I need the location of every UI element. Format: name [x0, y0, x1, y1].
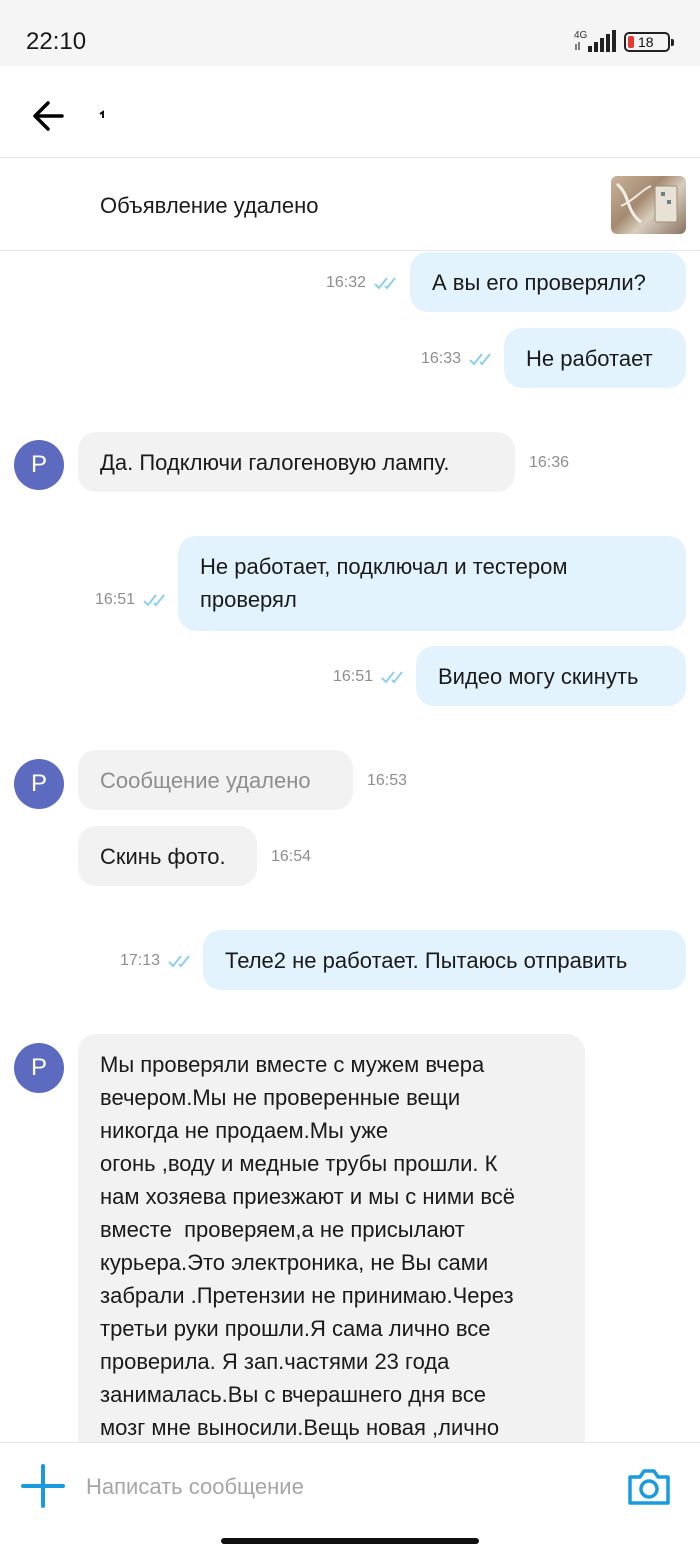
- outgoing-message[interactable]: Теле2 не работает. Пытаюсь отправить: [203, 930, 686, 990]
- incoming-message[interactable]: Скинь фото.: [78, 826, 257, 886]
- incoming-message[interactable]: Мы проверяли вместе с мужем вчера вечеро…: [78, 1034, 585, 1442]
- message-text: Теле2 не работает. Пытаюсь отправить: [225, 948, 628, 973]
- double-check-icon: [143, 594, 165, 607]
- message-meta: 16:51: [333, 668, 407, 686]
- message-text: А вы его проверяли?: [432, 270, 646, 295]
- message-list[interactable]: 16:32 А вы его проверяли? 16:33 Не работ…: [0, 252, 700, 1442]
- message-time: 16:53: [367, 772, 408, 789]
- battery-icon: 18: [624, 32, 674, 52]
- outgoing-message[interactable]: Не работает, подключал и тестером провер…: [178, 536, 686, 631]
- message-text: Не работает, подключал и тестером провер…: [200, 554, 568, 612]
- message-time: 16:51: [333, 668, 374, 685]
- double-check-icon: [381, 671, 403, 684]
- message-line: курьера.Это электроника, не Вы сами: [100, 1250, 489, 1275]
- message-time: 16:54: [271, 848, 312, 865]
- double-check-icon: [374, 277, 396, 290]
- message-time: 17:13: [120, 952, 161, 969]
- plus-icon[interactable]: [20, 1463, 66, 1509]
- avatar[interactable]: Р: [14, 440, 64, 490]
- message-line: занималась.Вы с вчерашнего дня все: [100, 1382, 486, 1407]
- camera-icon[interactable]: [626, 1465, 672, 1507]
- message-text: Скинь фото.: [100, 844, 226, 869]
- message-input[interactable]: [86, 1469, 586, 1505]
- message-line: мозг мне выносили.Вещь новая ,лично: [100, 1415, 500, 1440]
- redacted-title: [99, 110, 104, 118]
- outgoing-message[interactable]: А вы его проверяли?: [410, 252, 686, 312]
- message-line: никогда не продаем.Мы уже: [100, 1118, 389, 1143]
- message-line: вечером.Мы не проверенные вещи: [100, 1085, 461, 1110]
- message-text: Сообщение удалено: [100, 768, 311, 793]
- message-text: Видео могу скинуть: [438, 664, 639, 689]
- message-time: 16:32: [326, 274, 367, 291]
- message-line: третьи руки прошли.Я сама лично все: [100, 1316, 491, 1341]
- arrow-left-icon[interactable]: [24, 94, 74, 138]
- chat-header: [0, 66, 700, 158]
- home-indicator[interactable]: [221, 1538, 479, 1544]
- message-meta: 17:13: [120, 952, 194, 970]
- status-time: 22:10: [26, 28, 87, 55]
- network-type: 4G: [574, 30, 588, 41]
- message-meta: 16:36: [529, 454, 569, 472]
- battery-level: 18: [638, 34, 654, 50]
- double-check-icon: [469, 353, 491, 366]
- message-meta: 16:33: [421, 350, 495, 368]
- message-meta: 16:51: [95, 591, 169, 609]
- outgoing-message[interactable]: Видео могу скинуть: [416, 646, 686, 706]
- message-time: 16:36: [529, 454, 570, 471]
- message-meta: 16:53: [367, 772, 407, 790]
- outgoing-message[interactable]: Не работает: [504, 328, 686, 388]
- message-line: нам хозяева приезжают и мы с ними всё: [100, 1184, 516, 1209]
- listing-thumbnail[interactable]: [611, 176, 686, 234]
- message-line: вместе проверяем,а не присылают: [100, 1217, 465, 1242]
- message-time: 16:51: [95, 591, 136, 608]
- message-text: Да. Подключи галогеновую лампу.: [100, 450, 450, 475]
- message-meta: 16:54: [271, 848, 311, 866]
- message-time: 16:33: [421, 350, 462, 367]
- cellular-signal-icon: 4G: [574, 30, 616, 52]
- listing-banner[interactable]: Объявление удалено: [0, 159, 700, 251]
- message-line: Мы проверяли вместе с мужем вчера: [100, 1052, 485, 1077]
- incoming-message[interactable]: Да. Подключи галогеновую лампу.: [78, 432, 515, 492]
- deleted-message[interactable]: Сообщение удалено: [78, 750, 353, 810]
- status-bar: 22:10 4G 18: [0, 0, 700, 66]
- avatar[interactable]: Р: [14, 1043, 64, 1093]
- message-composer: [0, 1442, 700, 1530]
- message-meta: 16:32: [326, 274, 400, 292]
- listing-status-text: Объявление удалено: [100, 193, 319, 218]
- message-text: Не работает: [526, 346, 653, 371]
- message-line: забрали .Претензии не принимаю.Через: [100, 1283, 514, 1308]
- message-line: проверила. Я зап.частями 23 года: [100, 1349, 450, 1374]
- message-line: огонь ,воду и медные трубы прошли. К: [100, 1151, 498, 1176]
- avatar[interactable]: Р: [14, 759, 64, 809]
- double-check-icon: [168, 955, 190, 968]
